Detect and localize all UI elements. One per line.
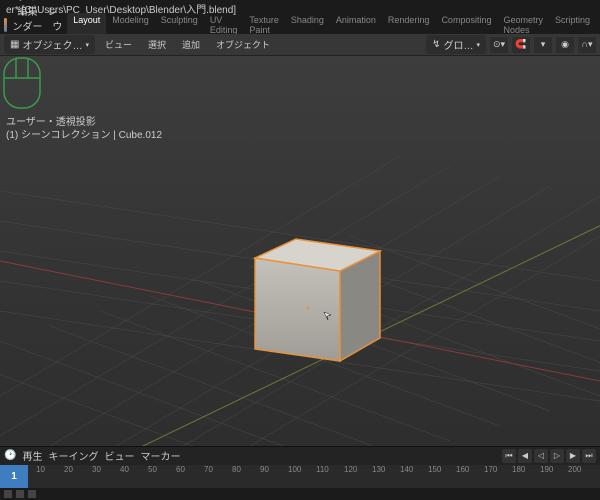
menubar: ァイル編集レンダーウィンドウヘルプ LayoutModelingSculptin…	[0, 16, 600, 34]
tick: 110	[316, 465, 329, 474]
mouse-indicator-icon	[0, 56, 600, 446]
tick: 20	[64, 465, 73, 474]
pivot-dropdown[interactable]: ⊙▾	[490, 37, 508, 53]
add-menu[interactable]: 追加	[176, 36, 206, 53]
tick: 100	[288, 465, 301, 474]
cube-icon: ▦	[10, 39, 19, 50]
mode-dropdown[interactable]: ▦オブジェク…▾	[4, 35, 95, 54]
timeline-panel: 🕑 再生 キーイング ビュー マーカー ⏮ ◀ ◁ ▷ ▶ ⏭ 1 10 20 30…	[0, 446, 600, 488]
tick: 160	[456, 465, 469, 474]
proportional-dropdown[interactable]: ∩▾	[578, 37, 596, 53]
tl-view-menu[interactable]: ビュー	[104, 448, 134, 463]
tick: 190	[540, 465, 553, 474]
tick: 170	[484, 465, 497, 474]
axis-icon: ↯	[432, 39, 440, 50]
chevron-down-icon: ▾	[85, 41, 89, 49]
status-icon	[28, 490, 36, 498]
tick: 150	[428, 465, 441, 474]
snap-dropdown[interactable]: ▾	[534, 37, 552, 53]
tick: 80	[232, 465, 241, 474]
tick: 30	[92, 465, 101, 474]
tick: 50	[148, 465, 157, 474]
object-menu[interactable]: オブジェクト	[210, 36, 276, 53]
current-frame[interactable]: 1	[0, 465, 28, 488]
status-icon	[16, 490, 24, 498]
tick: 140	[400, 465, 413, 474]
tick: 70	[204, 465, 213, 474]
menu-編集[interactable]: 編集	[12, 5, 42, 20]
playback-controls: ⏮ ◀ ◁ ▷ ▶ ⏭	[502, 449, 596, 463]
play-reverse-button[interactable]: ◁	[534, 449, 548, 463]
tick: 180	[512, 465, 525, 474]
select-menu[interactable]: 選択	[142, 36, 172, 53]
tick: 130	[372, 465, 385, 474]
keyframe-next-button[interactable]: ▶	[566, 449, 580, 463]
header-toolbar: ▦オブジェク…▾ ビュー 選択 追加 オブジェクト ↯グロ…▾ ⊙▾ 🧲 ▾ ◉…	[0, 34, 600, 56]
3d-viewport[interactable]: ユーザー・透視投影 (1) シーンコレクション | Cube.012	[0, 56, 600, 446]
snap-toggle[interactable]: 🧲	[512, 37, 530, 53]
chevron-down-icon: ▾	[476, 41, 480, 49]
orientation-dropdown[interactable]: ↯グロ…▾	[426, 35, 486, 54]
statusbar	[0, 488, 600, 500]
view-menu[interactable]: ビュー	[99, 36, 138, 53]
tick: 10	[36, 465, 45, 474]
marker-menu[interactable]: マーカー	[140, 448, 180, 463]
play-button[interactable]: ▷	[550, 449, 564, 463]
keying-menu[interactable]: キーイング	[48, 448, 98, 463]
playback-menu[interactable]: 再生	[22, 448, 42, 463]
status-icon	[4, 490, 12, 498]
tick: 200	[568, 465, 581, 474]
jump-start-button[interactable]: ⏮	[502, 449, 516, 463]
proportional-toggle[interactable]: ◉	[556, 37, 574, 53]
tick: 60	[176, 465, 185, 474]
keyframe-prev-button[interactable]: ◀	[518, 449, 532, 463]
tick: 120	[344, 465, 357, 474]
tick: 40	[120, 465, 129, 474]
menu-ァイル[interactable]: ァイル	[12, 0, 52, 5]
blender-logo-icon	[4, 18, 7, 32]
clock-icon: 🕑	[4, 450, 16, 461]
tick: 90	[260, 465, 269, 474]
timeline-ruler[interactable]: 10 20 30 40 50 60 70 80 90 100 110 120 130 140 150 160 1…	[28, 465, 600, 488]
jump-end-button[interactable]: ⏭	[582, 449, 596, 463]
